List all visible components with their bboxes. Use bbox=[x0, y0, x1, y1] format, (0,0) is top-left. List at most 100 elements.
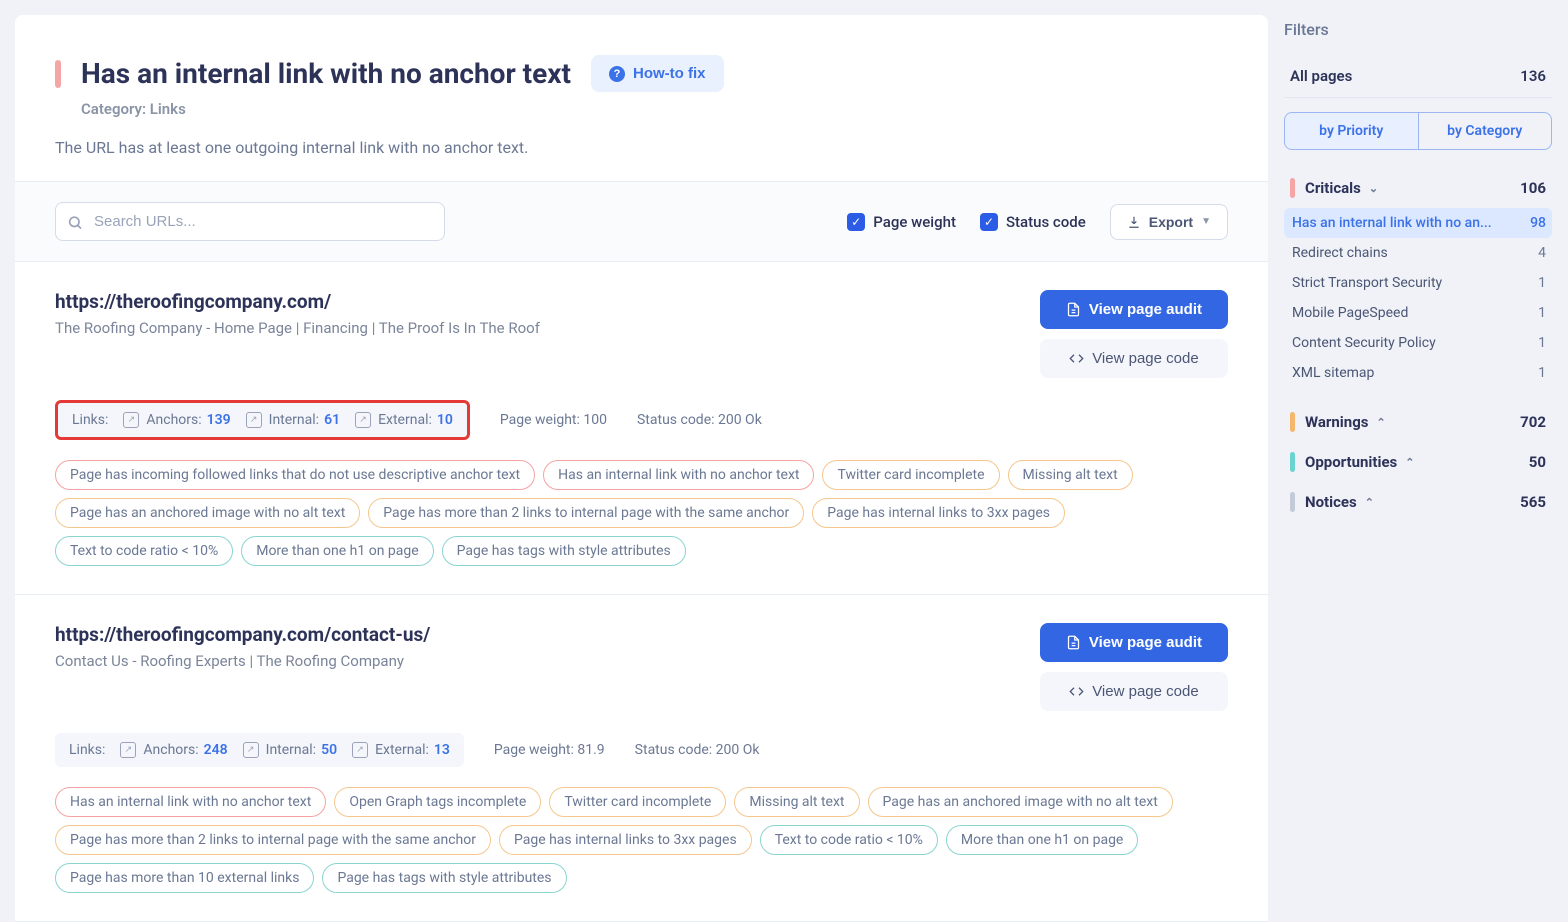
tags-row: Page has incoming followed links that do… bbox=[55, 460, 1228, 566]
tab-by-category[interactable]: by Category bbox=[1419, 112, 1553, 150]
filter-item[interactable]: Redirect chains 4 bbox=[1284, 238, 1552, 268]
issue-tag[interactable]: Page has incoming followed links that do… bbox=[55, 460, 535, 490]
all-pages-filter[interactable]: All pages 136 bbox=[1284, 55, 1552, 98]
filter-count: 98 bbox=[1530, 215, 1546, 231]
anchors-count[interactable]: 139 bbox=[207, 412, 231, 428]
filters-heading: Filters bbox=[1284, 20, 1552, 39]
section-count: 565 bbox=[1520, 493, 1546, 511]
chevron-down-icon: ⌄ bbox=[1369, 182, 1378, 195]
code-icon bbox=[1069, 351, 1084, 366]
issue-tag[interactable]: Page has an anchored image with no alt t… bbox=[868, 787, 1173, 817]
export-button[interactable]: Export ▼ bbox=[1110, 204, 1228, 240]
filter-item[interactable]: Content Security Policy 1 bbox=[1284, 328, 1552, 358]
section-criticals[interactable]: Criticals ⌄ 106 bbox=[1284, 168, 1552, 208]
issue-tag[interactable]: Page has internal links to 3xx pages bbox=[499, 825, 752, 855]
link-icon: ↗ bbox=[355, 412, 371, 428]
filter-count: 1 bbox=[1538, 275, 1546, 291]
filter-label: XML sitemap bbox=[1292, 365, 1374, 381]
issue-tag[interactable]: Page has tags with style attributes bbox=[442, 536, 686, 566]
toolbar: ✓ Page weight ✓ Status code Export ▼ bbox=[15, 181, 1268, 262]
issue-tag[interactable]: Text to code ratio < 10% bbox=[55, 536, 233, 566]
filter-item[interactable]: Has an internal link with no an... 98 bbox=[1284, 208, 1552, 238]
severity-marker bbox=[1290, 452, 1295, 472]
page-header: Has an internal link with no anchor text… bbox=[15, 15, 1268, 181]
issue-tag[interactable]: Missing alt text bbox=[734, 787, 859, 817]
links-stats: Links: ↗Anchors: 139 ↗Internal: 61 ↗Exte… bbox=[55, 400, 470, 440]
search-input[interactable] bbox=[55, 202, 445, 241]
help-icon: ? bbox=[609, 66, 625, 82]
filter-label: Has an internal link with no an... bbox=[1292, 215, 1492, 231]
external-count[interactable]: 13 bbox=[434, 742, 450, 758]
result-page-title: Contact Us - Roofing Experts | The Roofi… bbox=[55, 652, 430, 670]
chevron-up-icon: ⌃ bbox=[1376, 416, 1385, 429]
link-icon: ↗ bbox=[123, 412, 139, 428]
document-icon bbox=[1066, 302, 1081, 317]
view-page-audit-button[interactable]: View page audit bbox=[1040, 623, 1228, 662]
issue-tag[interactable]: Missing alt text bbox=[1008, 460, 1133, 490]
severity-marker bbox=[1290, 178, 1295, 198]
filter-item[interactable]: Strict Transport Security 1 bbox=[1284, 268, 1552, 298]
external-count[interactable]: 10 bbox=[437, 412, 453, 428]
section-opportunities[interactable]: Opportunities ⌃ 50 bbox=[1284, 442, 1552, 482]
checkbox-icon: ✓ bbox=[847, 213, 865, 231]
category-label: Category: Links bbox=[81, 100, 1228, 118]
section-warnings[interactable]: Warnings ⌃ 702 bbox=[1284, 402, 1552, 442]
chevron-down-icon: ▼ bbox=[1201, 216, 1211, 227]
page-description: The URL has at least one outgoing intern… bbox=[55, 138, 1228, 157]
issue-tag[interactable]: Page has more than 2 links to internal p… bbox=[55, 825, 491, 855]
link-icon: ↗ bbox=[246, 412, 262, 428]
result-url[interactable]: https://theroofingcompany.com/contact-us… bbox=[55, 623, 430, 646]
section-name: Criticals bbox=[1305, 179, 1361, 197]
tab-by-priority[interactable]: by Priority bbox=[1284, 112, 1419, 150]
search-box bbox=[55, 202, 445, 241]
filter-label: Content Security Policy bbox=[1292, 335, 1436, 351]
howto-fix-button[interactable]: ? How-to fix bbox=[591, 55, 724, 92]
result-url[interactable]: https://theroofingcompany.com/ bbox=[55, 290, 540, 313]
issue-tag[interactable]: Has an internal link with no anchor text bbox=[543, 460, 814, 490]
status-code-checkbox[interactable]: ✓ Status code bbox=[980, 213, 1086, 231]
issue-tag[interactable]: More than one h1 on page bbox=[241, 536, 433, 566]
page-weight-checkbox[interactable]: ✓ Page weight bbox=[847, 213, 956, 231]
filter-item[interactable]: XML sitemap 1 bbox=[1284, 358, 1552, 388]
issue-tag[interactable]: Twitter card incomplete bbox=[549, 787, 726, 817]
internal-count[interactable]: 61 bbox=[324, 412, 340, 428]
section-notices[interactable]: Notices ⌃ 565 bbox=[1284, 482, 1552, 522]
filter-count: 1 bbox=[1538, 305, 1546, 321]
result-item: https://theroofingcompany.com/ The Roofi… bbox=[15, 262, 1268, 595]
section-count: 106 bbox=[1520, 179, 1546, 197]
severity-marker bbox=[1290, 412, 1295, 432]
issue-tag[interactable]: Page has an anchored image with no alt t… bbox=[55, 498, 360, 528]
page-weight-stat: Page weight: 100 bbox=[500, 412, 607, 428]
chevron-up-icon: ⌃ bbox=[1365, 496, 1374, 509]
section-name: Notices bbox=[1305, 493, 1357, 511]
issue-tag[interactable]: Page has tags with style attributes bbox=[322, 863, 566, 893]
severity-marker bbox=[55, 60, 61, 88]
links-stats: Links: ↗Anchors: 248 ↗Internal: 50 ↗Exte… bbox=[55, 733, 464, 767]
main-content: Has an internal link with no anchor text… bbox=[15, 15, 1268, 922]
section-name: Warnings bbox=[1305, 413, 1368, 431]
issue-tag[interactable]: Twitter card incomplete bbox=[822, 460, 999, 490]
internal-count[interactable]: 50 bbox=[321, 742, 337, 758]
section-count: 702 bbox=[1520, 413, 1546, 431]
status-code-stat: Status code: 200 Ok bbox=[637, 412, 762, 428]
issue-tag[interactable]: Has an internal link with no anchor text bbox=[55, 787, 326, 817]
status-code-stat: Status code: 200 Ok bbox=[635, 742, 760, 758]
issue-tag[interactable]: Page has internal links to 3xx pages bbox=[812, 498, 1065, 528]
view-page-code-button[interactable]: View page code bbox=[1040, 672, 1228, 711]
view-page-audit-button[interactable]: View page audit bbox=[1040, 290, 1228, 329]
code-icon bbox=[1069, 684, 1084, 699]
result-page-title: The Roofing Company - Home Page | Financ… bbox=[55, 319, 540, 337]
link-icon: ↗ bbox=[243, 742, 259, 758]
issue-tag[interactable]: Open Graph tags incomplete bbox=[334, 787, 541, 817]
view-page-code-button[interactable]: View page code bbox=[1040, 339, 1228, 378]
issue-tag[interactable]: Page has more than 10 external links bbox=[55, 863, 314, 893]
filter-count: 4 bbox=[1538, 245, 1546, 261]
filter-item[interactable]: Mobile PageSpeed 1 bbox=[1284, 298, 1552, 328]
results-list: https://theroofingcompany.com/ The Roofi… bbox=[15, 262, 1268, 922]
issue-tag[interactable]: Page has more than 2 links to internal p… bbox=[368, 498, 804, 528]
issue-tag[interactable]: Text to code ratio < 10% bbox=[760, 825, 938, 855]
severity-marker bbox=[1290, 492, 1295, 512]
anchors-count[interactable]: 248 bbox=[204, 742, 228, 758]
page-title: Has an internal link with no anchor text bbox=[81, 57, 571, 90]
issue-tag[interactable]: More than one h1 on page bbox=[946, 825, 1138, 855]
